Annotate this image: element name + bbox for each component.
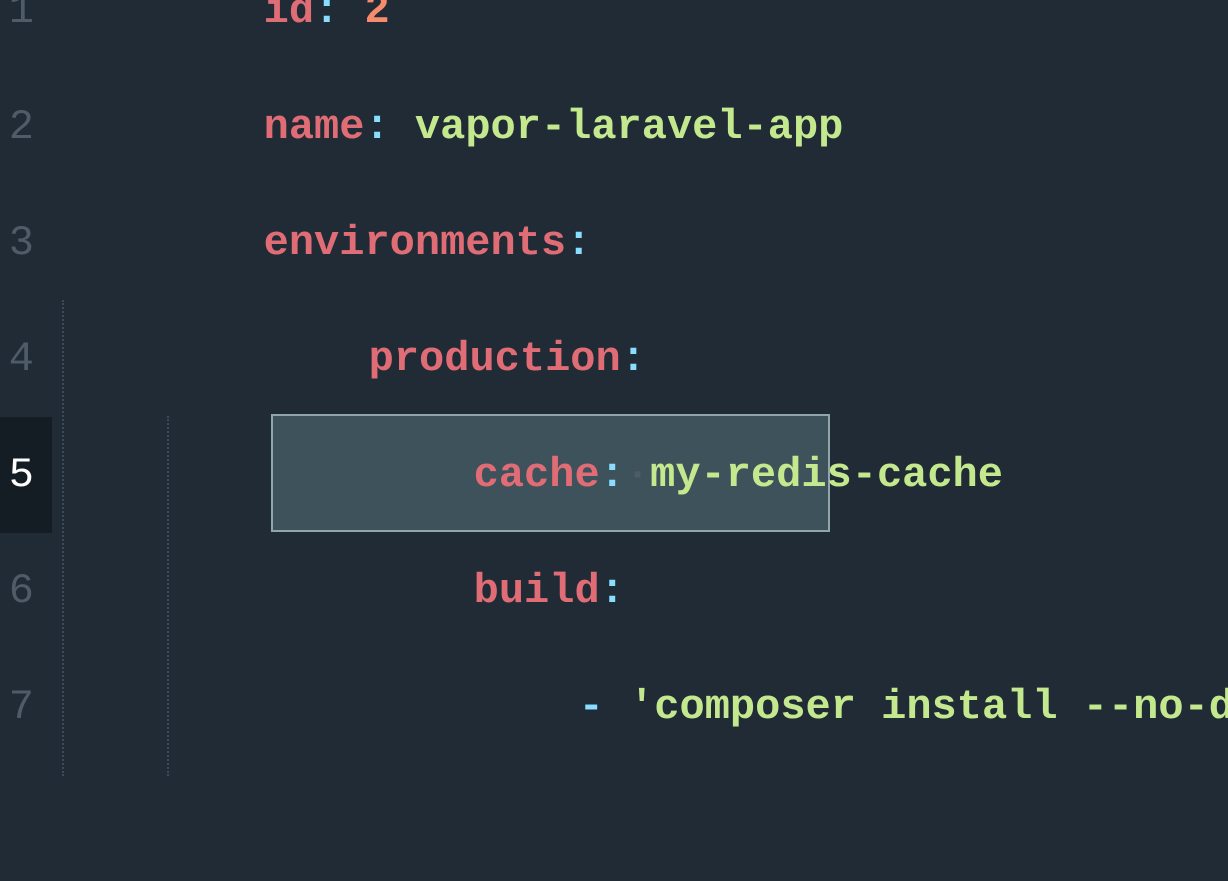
line-number: 3 [0,185,52,301]
line-number: 7 [0,649,52,765]
yaml-string-value: composer install --no-dev [654,683,1228,731]
code-editor[interactable]: 1 2 3 4 5 6 7 id: 2 name: vapor-laravel-… [0,0,1228,818]
line-number: 2 [0,69,52,185]
line-number: 1 [0,0,52,69]
line-number: 6 [0,533,52,649]
yaml-list-dash: - [579,683,604,731]
yaml-string-value: my-redis-cache [650,451,1003,499]
yaml-quote: ' [629,683,654,731]
line-number-active: 5 [0,417,52,533]
code-line[interactable]: - 'composer install --no-dev' [52,649,1228,765]
line-number: 4 [0,301,52,417]
code-content-area[interactable]: id: 2 name: vapor-laravel-app environmen… [52,0,1228,818]
line-number-gutter: 1 2 3 4 5 6 7 [0,0,52,818]
whitespace-dot-icon: · [625,451,650,499]
